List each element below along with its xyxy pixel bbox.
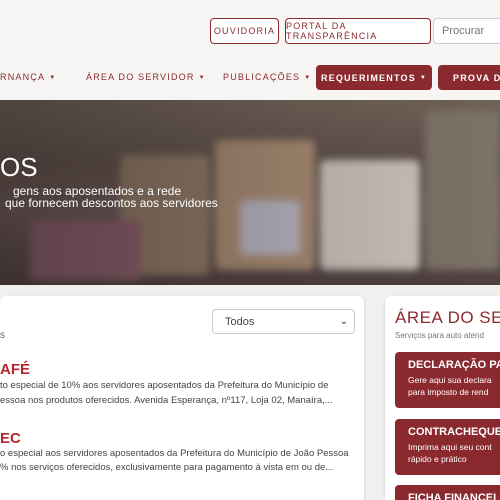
nav-item-label: RNANÇA [0,72,46,82]
search-input[interactable] [433,18,500,44]
service-title: DECLARAÇÃO PA [408,359,500,371]
service-description: Imprima aqui seu cont [408,442,492,452]
chevron-down-icon: ⌄ [339,316,348,327]
nav-item-publicacoes[interactable]: PUBLICAÇÕES ▼ [223,72,311,82]
nav-item-area-do-servidor[interactable]: ÁREA DO SERVIDOR ▼ [86,72,206,82]
partner-filter-select[interactable]: Todos ⌄ [212,309,355,334]
partner-name[interactable]: EC [0,430,21,447]
service-contracheque-button[interactable]: CONTRACHEQUE Imprima aqui seu cont rápid… [395,419,500,475]
hero-subtitle: que fornecem descontos aos servidores [5,196,218,210]
nav-item-label: ÁREA DO SERVIDOR [86,72,195,82]
service-title: FICHA FINANCEI [408,492,497,500]
nav-item-label: PUBLICAÇÕES [223,72,301,82]
partner-name[interactable]: AFÉ [0,361,30,378]
caret-down-icon: ▼ [49,75,57,81]
caret-down-icon: ▼ [304,75,312,81]
select-value: Todos [225,315,255,328]
hero-title: OS [0,152,38,182]
service-title: CONTRACHEQUE [408,426,500,438]
caret-down-icon: ▼ [419,74,428,81]
area-subtitle: Serviços para auto atend [395,331,484,340]
caret-down-icon: ▼ [198,75,206,81]
partner-description: essoa nos produtos oferecidos. Avenida E… [0,395,333,406]
service-ficha-financeira-button[interactable]: FICHA FINANCEI [395,485,500,500]
partner-description: % nos serviços oferecidos, exclusivament… [0,462,334,473]
service-description: para imposto de rend [408,387,489,397]
requerimentos-button[interactable]: REQUERIMENTOS ▼ [316,65,432,90]
requerimentos-label: REQUERIMENTOS [320,72,416,83]
partner-description: to especial de 10% aos servidores aposen… [0,380,329,391]
service-description: Gere aqui sua declara [408,375,492,385]
portal-transparencia-button[interactable]: PORTAL DA TRANSPARÊNCIA [285,18,431,44]
service-description: rápido e prático [408,454,467,464]
hero-banner: OS gens aos aposentados e a rede que for… [0,100,500,285]
service-declaracao-button[interactable]: DECLARAÇÃO PA Gere aqui sua declara para… [395,352,500,408]
nav-item-governanca[interactable]: RNANÇA ▼ [0,72,56,82]
partner-description: o especial aos servidores aposentados da… [0,448,349,459]
area-title: ÁREA DO SE [395,308,500,327]
area-do-servidor-card: ÁREA DO SE Serviços para auto atend DECL… [385,296,500,500]
prova-label: PROVA DE [453,72,500,83]
partners-label-fragment: s [0,330,5,341]
prova-de-vida-button[interactable]: PROVA DE [438,65,500,90]
ouvidoria-button[interactable]: OUVIDORIA [210,18,279,44]
